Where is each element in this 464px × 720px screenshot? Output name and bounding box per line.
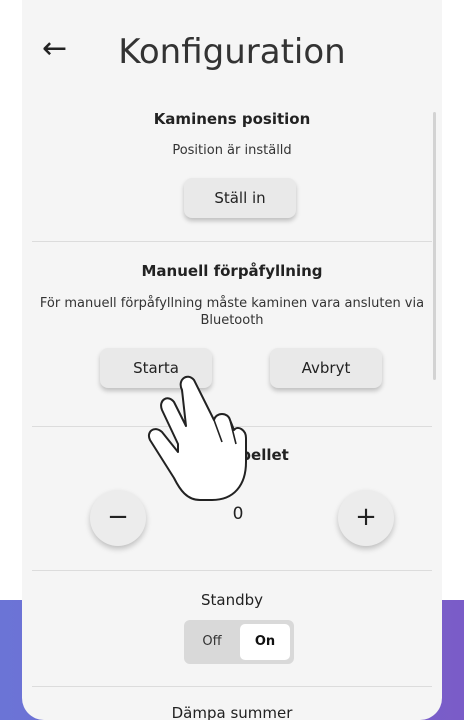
set-position-button[interactable]: Ställ in: [184, 178, 296, 218]
toggle-off-option[interactable]: Off: [188, 624, 236, 660]
cancel-button[interactable]: Avbryt: [270, 348, 382, 388]
divider: [32, 241, 432, 242]
pellet-type-section: av pellet: [62, 446, 442, 464]
page-title: Konfiguration: [118, 32, 346, 72]
tap-hand-icon: [148, 375, 247, 501]
header: ← Konfiguration: [22, 18, 442, 82]
section-title: Manuell förpåfyllning: [141, 262, 323, 280]
settings-card: ← Konfiguration Kaminens position Positi…: [22, 0, 442, 720]
stove-position-section: Kaminens position: [22, 110, 442, 128]
divider: [32, 570, 432, 571]
divider: [32, 686, 432, 687]
pellet-type-value: 0: [232, 504, 244, 524]
stove-position-status: Position är inställd: [22, 142, 442, 159]
section-title: Dämpa summer: [171, 704, 293, 720]
section-title: Kaminens position: [153, 110, 311, 128]
toggle-on-option[interactable]: On: [240, 624, 290, 660]
standby-toggle[interactable]: Off On: [184, 620, 294, 664]
status-text: Position är inställd: [172, 143, 292, 158]
manual-prefill-description: För manuell förpåfyllning måste kaminen …: [36, 295, 428, 329]
manual-prefill-section: Manuell förpåfyllning: [22, 262, 442, 280]
section-title: Standby: [200, 591, 264, 609]
increment-button[interactable]: +: [338, 490, 394, 546]
standby-section: Standby: [22, 591, 442, 609]
buzzer-section: Dämpa summer: [22, 704, 442, 720]
description-text: För manuell förpåfyllning måste kaminen …: [39, 296, 425, 328]
section-title: av pellet: [215, 446, 289, 464]
decrement-button[interactable]: −: [90, 490, 146, 546]
